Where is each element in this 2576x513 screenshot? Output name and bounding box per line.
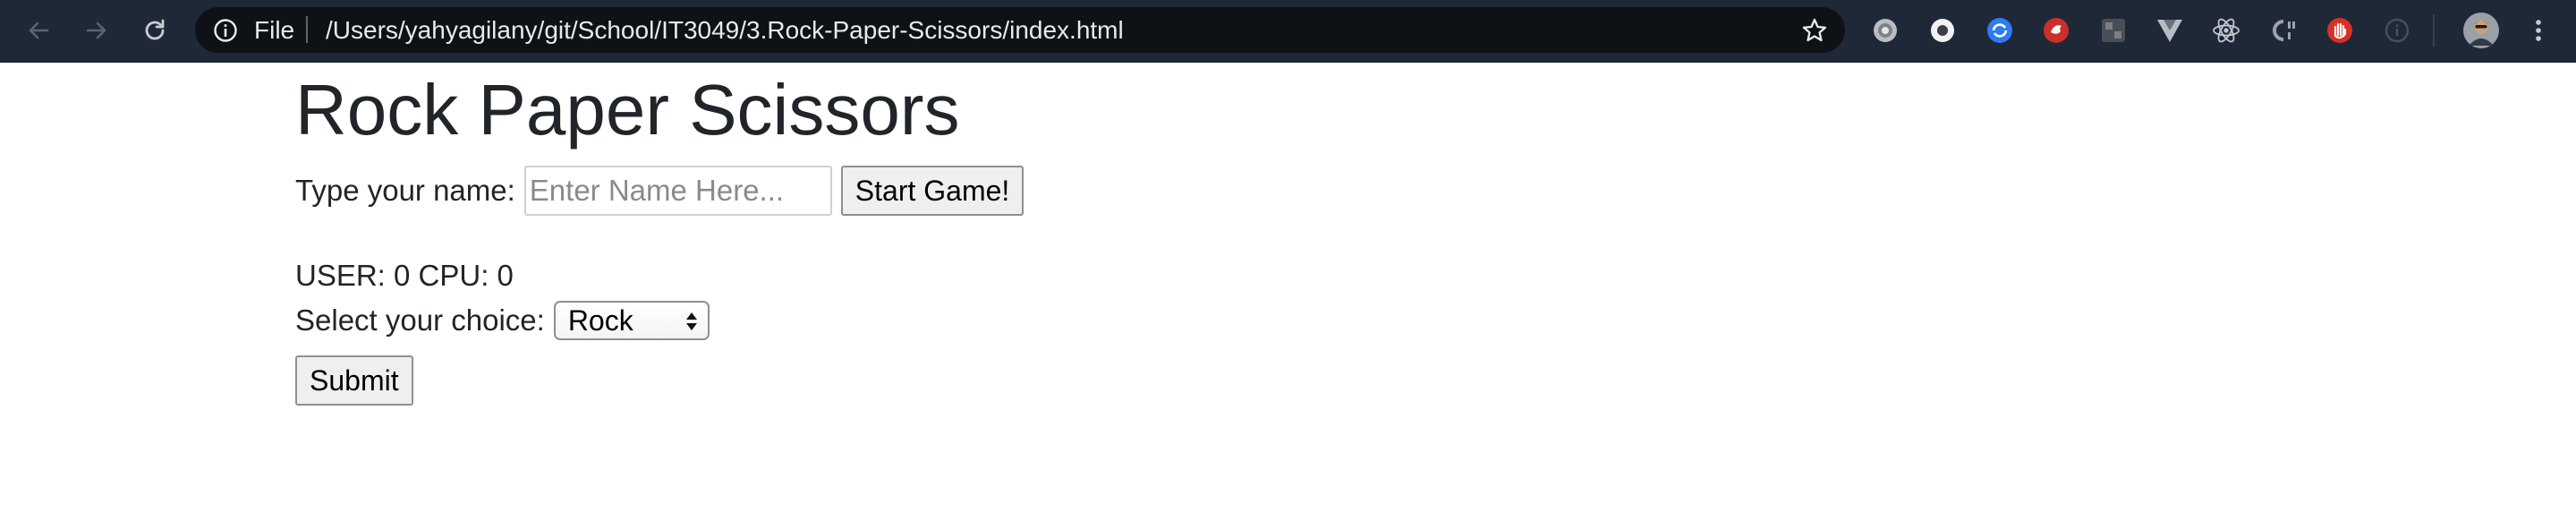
vue-extension-icon[interactable]	[2155, 15, 2185, 46]
grid-extension-icon[interactable]	[2098, 15, 2129, 46]
gray-circle-extension-icon[interactable]	[1870, 15, 1900, 46]
score-display: USER: 0 CPU: 0	[295, 259, 514, 292]
name-input[interactable]	[523, 166, 832, 216]
blue-circle-extension-icon[interactable]	[1985, 15, 2015, 46]
address-bar-divider	[306, 16, 308, 43]
back-button[interactable]	[21, 13, 55, 47]
name-label: Type your name:	[295, 174, 515, 207]
submit-button[interactable]: Submit	[295, 355, 413, 406]
c-brackets-extension-icon[interactable]	[2268, 15, 2299, 46]
name-form: Type your name: Start Game!	[295, 165, 1024, 217]
react-extension-icon[interactable]	[2211, 15, 2241, 46]
choice-label: Select your choice:	[295, 304, 545, 337]
address-bar[interactable]: File /Users/yahyagilany/git/School/IT304…	[195, 7, 1845, 53]
select-arrows-icon	[685, 312, 697, 330]
white-ring-extension-icon[interactable]	[1927, 15, 1958, 46]
page-content: Rock Paper Scissors Type your name: Star…	[0, 63, 2576, 513]
forward-arrow-icon	[86, 21, 106, 39]
url-text[interactable]: /Users/yahyagilany/git/School/IT3049/3.R…	[326, 16, 1124, 45]
reload-button[interactable]	[138, 13, 172, 47]
profile-avatar[interactable]	[2462, 12, 2500, 49]
choice-select-value: Rock	[567, 304, 633, 337]
info-icon[interactable]	[213, 18, 238, 43]
menu-dots-icon[interactable]	[2523, 15, 2554, 46]
reload-icon	[145, 19, 165, 40]
choice-form: Select your choice: Rock	[295, 299, 710, 342]
browser-toolbar: File /Users/yahyagilany/git/School/IT304…	[0, 0, 2576, 63]
toolbar-divider	[2433, 14, 2435, 47]
forward-button[interactable]	[80, 13, 114, 47]
page-title: Rock Paper Scissors	[295, 70, 960, 150]
star-icon[interactable]	[1800, 16, 1829, 45]
start-game-button[interactable]: Start Game!	[840, 166, 1024, 216]
back-arrow-icon	[29, 21, 49, 39]
red-hand-extension-icon[interactable]	[2325, 15, 2355, 46]
choice-select[interactable]: Rock	[553, 301, 710, 340]
file-scheme-label: File	[254, 16, 295, 44]
info-circle-extension-icon[interactable]	[2382, 15, 2412, 46]
red-bird-extension-icon[interactable]	[2041, 15, 2071, 46]
